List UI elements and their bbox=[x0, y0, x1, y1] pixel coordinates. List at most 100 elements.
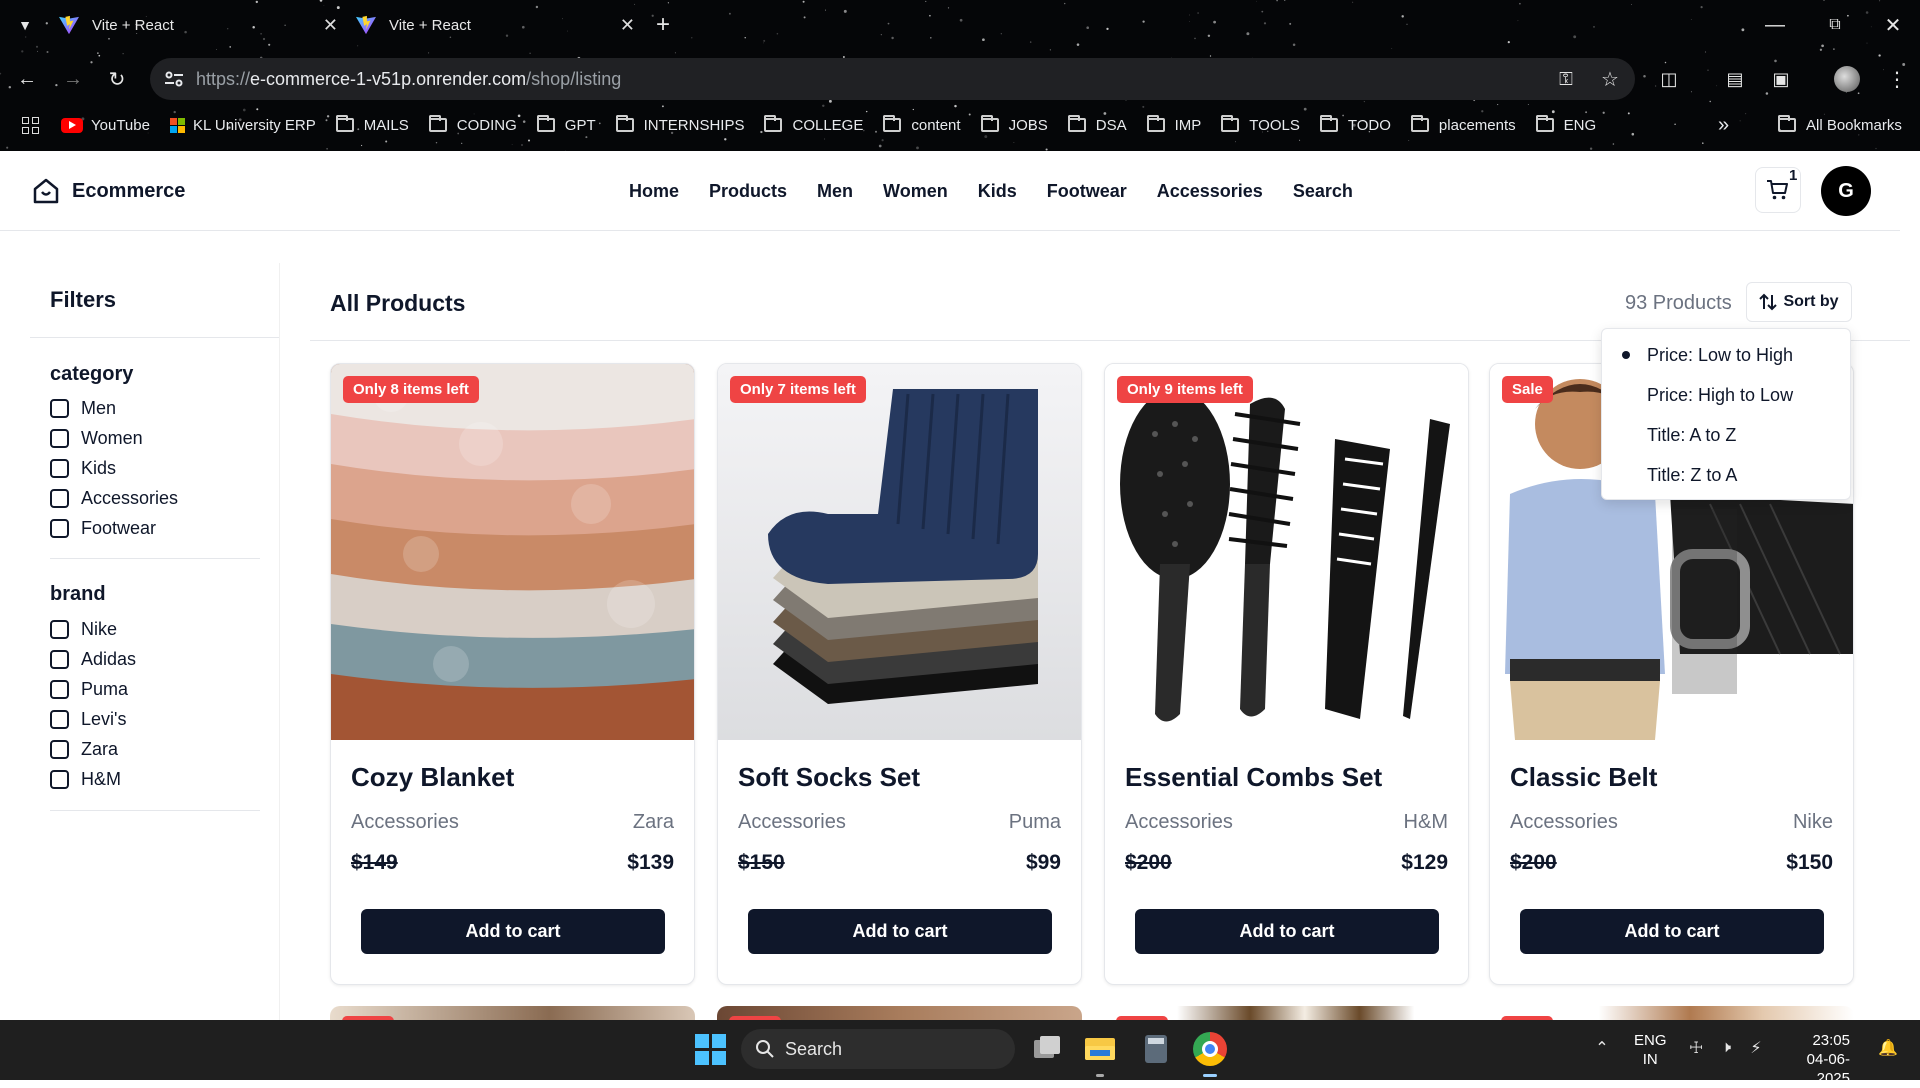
bookmark-internships[interactable]: INTERNSHIPS bbox=[615, 115, 744, 134]
checkbox[interactable] bbox=[50, 680, 69, 699]
filter-option-zara[interactable]: Zara bbox=[50, 739, 118, 760]
windows-start-icon[interactable] bbox=[693, 1032, 727, 1066]
close-tab-icon[interactable]: ✕ bbox=[323, 15, 338, 36]
bookmark-mails[interactable]: MAILS bbox=[335, 115, 409, 134]
add-to-cart-button[interactable]: Add to cart bbox=[1135, 909, 1439, 954]
bookmark-placements[interactable]: placements bbox=[1410, 115, 1516, 134]
product-image[interactable] bbox=[718, 364, 1081, 740]
filter-option-puma[interactable]: Puma bbox=[50, 679, 128, 700]
filter-option-hm[interactable]: H&M bbox=[50, 769, 121, 790]
product-image[interactable] bbox=[1105, 364, 1468, 740]
tab-2[interactable]: Vite + React ✕ bbox=[355, 8, 645, 42]
tab-1[interactable]: Vite + React ✕ bbox=[58, 8, 348, 42]
address-bar[interactable]: https://e-commerce-1-v51p.onrender.com/s… bbox=[150, 58, 1635, 100]
password-key-icon[interactable]: ⚿ bbox=[1553, 66, 1579, 92]
bookmark-star-icon[interactable]: ☆ bbox=[1597, 66, 1623, 92]
bookmark-jobs[interactable]: JOBS bbox=[980, 115, 1048, 134]
back-icon[interactable]: ← bbox=[14, 66, 40, 92]
checkbox[interactable] bbox=[50, 650, 69, 669]
checkbox[interactable] bbox=[50, 740, 69, 759]
filter-option-nike[interactable]: Nike bbox=[50, 619, 117, 640]
chrome-icon[interactable] bbox=[1193, 1032, 1227, 1066]
bookmark-tools[interactable]: TOOLS bbox=[1221, 115, 1300, 134]
more-bookmarks-icon[interactable]: » bbox=[1718, 114, 1729, 137]
filter-group-category: category bbox=[50, 363, 134, 385]
sort-option-title-z-a[interactable]: Title: Z to A bbox=[1647, 465, 1737, 486]
add-to-cart-button[interactable]: Add to cart bbox=[361, 909, 665, 954]
add-to-cart-button[interactable]: Add to cart bbox=[748, 909, 1052, 954]
filter-option-adidas[interactable]: Adidas bbox=[50, 649, 136, 670]
volume-icon[interactable]: 🕨 bbox=[1714, 1036, 1738, 1060]
bookmark-coding[interactable]: CODING bbox=[428, 115, 517, 134]
product-card[interactable]: Only 8 items left Cozy Blanket Accessori… bbox=[330, 363, 695, 985]
nav-footwear[interactable]: Footwear bbox=[1047, 181, 1127, 202]
filter-option-footwear[interactable]: Footwear bbox=[50, 518, 156, 539]
extensions-icon[interactable]: ◫ bbox=[1656, 66, 1682, 92]
show-hidden-icons-icon[interactable]: ⌃ bbox=[1590, 1036, 1614, 1060]
nav-search[interactable]: Search bbox=[1293, 181, 1353, 202]
nav-kids[interactable]: Kids bbox=[978, 181, 1017, 202]
taskbar-search[interactable]: Search bbox=[741, 1029, 1015, 1069]
user-avatar[interactable]: G bbox=[1821, 166, 1871, 216]
sort-option-price-low-high[interactable]: Price: Low to High bbox=[1647, 345, 1793, 366]
bookmark-kl-university[interactable]: KL University ERP bbox=[169, 117, 316, 134]
wifi-icon[interactable]: ☩ bbox=[1684, 1036, 1708, 1060]
task-view-icon[interactable] bbox=[1030, 1032, 1064, 1066]
add-to-cart-button[interactable]: Add to cart bbox=[1520, 909, 1824, 954]
new-tab-icon[interactable]: + bbox=[650, 11, 676, 38]
bookmark-todo[interactable]: TODO bbox=[1319, 115, 1391, 134]
close-tab-icon[interactable]: ✕ bbox=[620, 15, 635, 36]
filter-option-men[interactable]: Men bbox=[50, 398, 116, 419]
nav-accessories[interactable]: Accessories bbox=[1157, 181, 1263, 202]
tab-list-icon[interactable]: ▼ bbox=[14, 14, 36, 36]
all-bookmarks[interactable]: All Bookmarks bbox=[1778, 115, 1902, 134]
checkbox[interactable] bbox=[50, 399, 69, 418]
checkbox[interactable] bbox=[50, 459, 69, 478]
filter-option-levis[interactable]: Levi's bbox=[50, 709, 126, 730]
checkbox[interactable] bbox=[50, 710, 69, 729]
bookmark-eng[interactable]: ENG bbox=[1535, 115, 1596, 134]
file-explorer-icon[interactable] bbox=[1083, 1032, 1117, 1066]
bookmark-imp[interactable]: IMP bbox=[1146, 115, 1201, 134]
reload-icon[interactable]: ↻ bbox=[104, 66, 130, 92]
nav-men[interactable]: Men bbox=[817, 181, 853, 202]
checkbox[interactable] bbox=[50, 429, 69, 448]
product-card[interactable]: Only 9 items left Essential Combs Set Ac… bbox=[1104, 363, 1469, 985]
product-card[interactable]: Only 7 items left Soft Socks Set Accesso… bbox=[717, 363, 1082, 985]
nav-home[interactable]: Home bbox=[629, 181, 679, 202]
bookmark-content[interactable]: content bbox=[883, 115, 961, 134]
forward-icon[interactable]: → bbox=[60, 66, 86, 92]
bookmark-college[interactable]: COLLEGE bbox=[764, 115, 863, 134]
sort-option-title-a-z[interactable]: Title: A to Z bbox=[1647, 425, 1736, 446]
apps-grid-icon[interactable] bbox=[22, 116, 39, 134]
filter-option-kids[interactable]: Kids bbox=[50, 458, 116, 479]
bookmark-dsa[interactable]: DSA bbox=[1067, 115, 1127, 134]
site-info-icon[interactable] bbox=[164, 70, 184, 88]
close-window-icon[interactable]: ✕ bbox=[1880, 12, 1906, 38]
filter-option-women[interactable]: Women bbox=[50, 428, 143, 449]
reading-list-icon[interactable]: ▤ bbox=[1722, 66, 1748, 92]
site-logo[interactable]: Ecommerce bbox=[32, 177, 185, 205]
system-clock[interactable]: 23:05 04-06-2025 bbox=[1786, 1031, 1850, 1088]
browser-menu-icon[interactable]: ⋮ bbox=[1884, 66, 1910, 92]
sort-button[interactable]: Sort by bbox=[1746, 282, 1852, 322]
minimize-icon[interactable]: — bbox=[1762, 12, 1788, 38]
checkbox[interactable] bbox=[50, 770, 69, 789]
notification-bell-icon[interactable]: 🔔 bbox=[1876, 1036, 1900, 1060]
language-indicator[interactable]: ENG IN bbox=[1634, 1031, 1667, 1069]
product-image[interactable] bbox=[331, 364, 694, 740]
nav-products[interactable]: Products bbox=[709, 181, 787, 202]
bookmark-gpt[interactable]: GPT bbox=[536, 115, 596, 134]
battery-icon[interactable]: ⚡ bbox=[1744, 1036, 1768, 1060]
screenshot-icon[interactable]: ▣ bbox=[1768, 66, 1794, 92]
bookmark-youtube[interactable]: YouTube bbox=[61, 117, 150, 134]
nav-women[interactable]: Women bbox=[883, 181, 948, 202]
profile-avatar[interactable] bbox=[1834, 66, 1860, 92]
checkbox[interactable] bbox=[50, 489, 69, 508]
filter-option-accessories[interactable]: Accessories bbox=[50, 488, 178, 509]
restore-icon[interactable]: ⧉ bbox=[1822, 12, 1848, 38]
checkbox[interactable] bbox=[50, 620, 69, 639]
sort-option-price-high-low[interactable]: Price: High to Low bbox=[1647, 385, 1793, 406]
checkbox[interactable] bbox=[50, 519, 69, 538]
calculator-icon[interactable] bbox=[1139, 1032, 1173, 1066]
